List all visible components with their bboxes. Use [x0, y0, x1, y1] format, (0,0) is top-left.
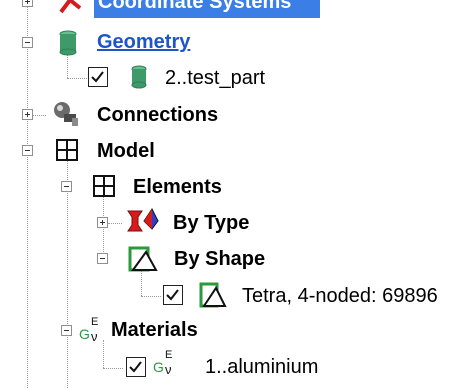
collapse-by-shape[interactable] — [97, 253, 108, 264]
grid-icon — [93, 175, 115, 197]
tree-line-geometry-child — [67, 78, 87, 79]
svg-text:G: G — [79, 326, 90, 342]
tree-label-model: Model — [97, 140, 155, 162]
svg-text:ν: ν — [91, 329, 98, 344]
axes-icon — [59, 0, 82, 14]
tetra-shape-icon — [199, 282, 227, 308]
collapse-elements[interactable] — [61, 181, 72, 192]
tree-line-materials — [103, 340, 104, 368]
tree-line-connections — [32, 115, 46, 116]
collapse-geometry[interactable] — [22, 37, 33, 48]
cylinder-icon — [131, 65, 147, 89]
tree-line-model — [67, 160, 68, 388]
svg-text:E: E — [165, 349, 172, 361]
expand-by-type[interactable] — [97, 217, 108, 228]
material-icon: E G ν — [79, 316, 98, 344]
expand-connections[interactable] — [22, 109, 33, 120]
material-icon: E G ν — [153, 349, 172, 377]
tree-line-materials-child — [103, 368, 123, 369]
grid-icon — [56, 139, 78, 161]
check-mark-icon — [166, 289, 179, 301]
connector-icon — [54, 102, 78, 126]
svg-text:E: E — [91, 316, 98, 328]
collapse-materials[interactable] — [61, 325, 72, 336]
checkbox-aluminium[interactable] — [126, 357, 146, 377]
tree-label-aluminium: 1..aluminium — [205, 356, 319, 378]
tree-line-bytype — [108, 223, 122, 224]
tree-label-coordinate-systems: Coordinate Systems — [98, 0, 292, 13]
tree-label-by-type: By Type — [173, 212, 250, 234]
checkbox-tetra[interactable] — [163, 285, 183, 305]
cylinder-icon — [59, 30, 77, 56]
check-mark-icon — [129, 361, 142, 373]
tree-label-by-shape: By Shape — [174, 248, 266, 270]
tree-label-materials: Materials — [111, 319, 198, 341]
tree-label-elements: Elements — [133, 176, 222, 198]
collapse-model[interactable] — [22, 145, 33, 156]
element-type-icon — [127, 208, 159, 232]
tree-line-byshape-child — [141, 296, 161, 297]
tree-label-connections: Connections — [97, 104, 219, 126]
tree-line-geometry — [67, 54, 68, 78]
tetra-shape-icon — [128, 246, 158, 272]
tree-label-geometry[interactable]: Geometry — [97, 30, 190, 54]
tree-label-tetra: Tetra, 4-noded: 69896 — [242, 285, 438, 307]
checkbox-test-part[interactable] — [88, 67, 108, 87]
svg-text:G: G — [153, 359, 164, 375]
check-mark-icon — [91, 71, 104, 83]
expand-coordinate-systems[interactable] — [22, 0, 33, 7]
tree-label-test-part: 2..test_part — [165, 67, 266, 89]
tree-line-root — [27, 0, 28, 388]
svg-text:ν: ν — [165, 362, 172, 377]
tree-line-byshape — [141, 270, 142, 296]
